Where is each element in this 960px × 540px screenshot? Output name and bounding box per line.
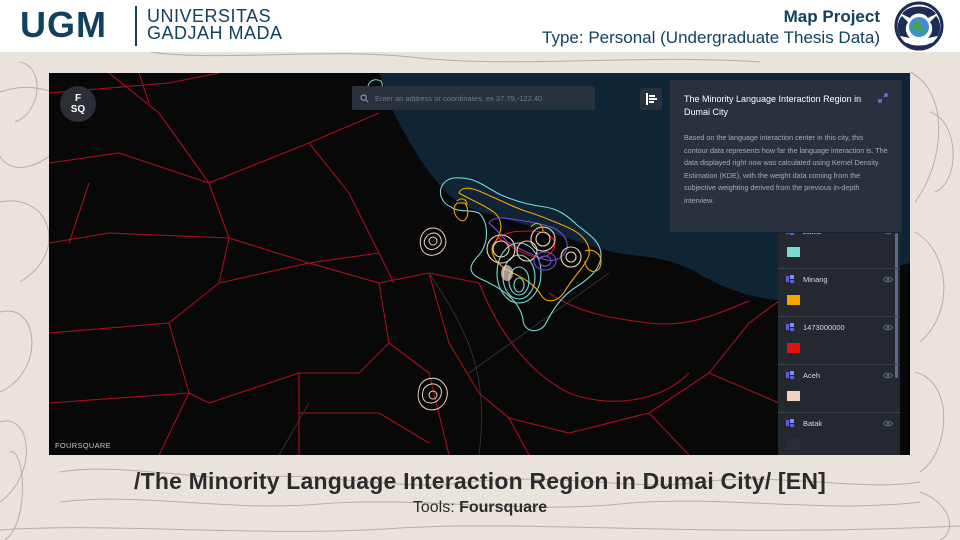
logo-divider bbox=[135, 6, 137, 46]
layer-type-icon bbox=[786, 323, 794, 331]
collapse-arrows-icon[interactable] bbox=[878, 93, 888, 103]
legend-toggle-icon[interactable] bbox=[640, 88, 662, 110]
eye-icon[interactable] bbox=[883, 233, 893, 235]
foursquare-badge[interactable]: F SQ bbox=[60, 86, 96, 122]
layer-item[interactable]: 1473000000 bbox=[778, 317, 900, 365]
project-title: Map Project bbox=[783, 7, 880, 26]
header-band: UGM UNIVERSITAS GADJAH MADA Map Project … bbox=[0, 0, 960, 52]
layer-color-swatch[interactable] bbox=[787, 247, 800, 257]
layer-color-swatch[interactable] bbox=[787, 295, 800, 305]
layer-name: Batak bbox=[803, 418, 823, 428]
map-attribution: FOURSQUARE bbox=[55, 441, 111, 450]
layer-color-swatch[interactable] bbox=[787, 343, 800, 353]
layer-list[interactable]: Jawa Minang 1473000000 Aceh Batak bbox=[778, 233, 900, 455]
layer-item[interactable]: Jawa bbox=[778, 233, 900, 269]
layer-item[interactable]: Batak bbox=[778, 413, 900, 455]
eye-icon[interactable] bbox=[883, 420, 893, 427]
layer-item[interactable]: Minang bbox=[778, 269, 900, 317]
layer-name: Jawa bbox=[803, 233, 821, 236]
university-name: UNIVERSITAS GADJAH MADA bbox=[147, 7, 283, 43]
badge-line-2: SQ bbox=[70, 104, 86, 115]
search-input[interactable] bbox=[375, 93, 585, 103]
info-panel-body: Based on the language interaction center… bbox=[684, 133, 888, 205]
project-type: Type: Personal (Undergraduate Thesis Dat… bbox=[542, 28, 880, 47]
ugm-logo: UGM bbox=[20, 4, 107, 45]
layer-header: Batak bbox=[786, 413, 893, 433]
eye-icon[interactable] bbox=[883, 276, 893, 283]
layer-type-icon bbox=[786, 371, 794, 379]
layer-header: Aceh bbox=[786, 365, 893, 385]
search-icon bbox=[360, 93, 369, 102]
layer-name: Aceh bbox=[803, 370, 821, 380]
slide-title: /The Minority Language Interaction Regio… bbox=[133, 468, 826, 494]
layer-name: 1473000000 bbox=[803, 322, 845, 332]
layer-color-swatch[interactable] bbox=[787, 391, 800, 401]
tools-value: Foursquare bbox=[459, 499, 548, 516]
layer-type-icon bbox=[786, 275, 794, 283]
tools-line: Tools: Foursquare bbox=[0, 499, 960, 517]
layer-color-swatch[interactable] bbox=[787, 439, 800, 449]
globe-emblem-icon bbox=[894, 1, 944, 51]
tools-label: Tools: bbox=[412, 499, 460, 516]
info-panel-title: The Minority Language Interaction Region… bbox=[684, 94, 862, 117]
map-search-box[interactable] bbox=[352, 86, 595, 110]
layer-header: Minang bbox=[786, 269, 893, 289]
badge-line-1: F bbox=[74, 93, 82, 104]
layer-type-icon bbox=[786, 419, 794, 427]
university-line-2: GADJAH MADA bbox=[147, 23, 283, 43]
eye-icon[interactable] bbox=[883, 324, 893, 331]
layer-header: Jawa bbox=[786, 233, 892, 241]
layer-name: Minang bbox=[803, 274, 828, 284]
eye-icon[interactable] bbox=[883, 372, 893, 379]
map-viewport[interactable]: F SQ The Minority Language Interaction R… bbox=[49, 73, 910, 455]
layer-item[interactable]: Aceh bbox=[778, 365, 900, 413]
map-info-panel: The Minority Language Interaction Region… bbox=[670, 80, 902, 232]
layer-header: 1473000000 bbox=[786, 317, 893, 337]
layer-type-icon bbox=[786, 233, 794, 235]
